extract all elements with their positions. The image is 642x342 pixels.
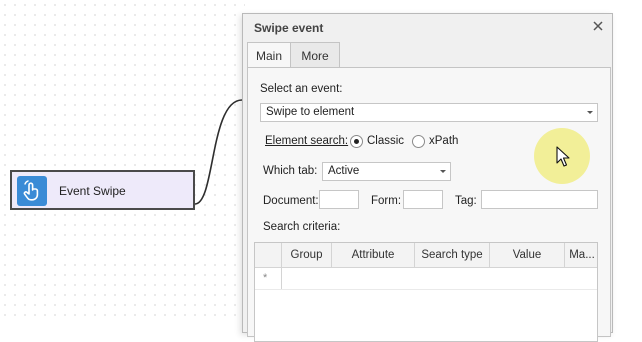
column-header-search-type[interactable]: Search type bbox=[414, 243, 489, 267]
radio-classic-label: Classic bbox=[367, 135, 405, 147]
close-icon[interactable] bbox=[590, 18, 606, 34]
search-criteria-label: Search criteria: bbox=[263, 221, 341, 233]
which-tab-value: Active bbox=[328, 165, 360, 177]
tab-main[interactable]: Main bbox=[247, 42, 291, 70]
tag-field[interactable] bbox=[481, 190, 598, 209]
search-criteria-table[interactable]: Group Attribute Search type Value Ma... … bbox=[254, 242, 598, 342]
element-search-label: Element search: bbox=[265, 135, 349, 147]
event-swipe-node[interactable]: Event Swipe bbox=[10, 170, 195, 210]
dialog-title: Swipe event bbox=[254, 21, 324, 35]
form-label: Form: bbox=[371, 195, 402, 207]
document-field[interactable] bbox=[319, 190, 359, 209]
radio-classic[interactable] bbox=[350, 135, 363, 148]
document-label: Document: bbox=[263, 195, 319, 207]
column-header-value[interactable]: Value bbox=[489, 243, 564, 267]
row-header bbox=[255, 267, 282, 289]
radio-xpath[interactable] bbox=[412, 135, 425, 148]
row-header-corner bbox=[255, 243, 281, 267]
chevron-down-icon bbox=[440, 170, 446, 173]
which-tab-select[interactable]: Active bbox=[322, 162, 451, 181]
event-select[interactable]: Swipe to element bbox=[260, 103, 598, 122]
column-header-group[interactable]: Group bbox=[281, 243, 331, 267]
new-row-marker: * bbox=[263, 272, 268, 284]
main-panel: Select an event: Swipe to element Elemen… bbox=[247, 67, 611, 342]
tab-more[interactable]: More bbox=[290, 42, 340, 68]
form-field[interactable] bbox=[403, 190, 443, 209]
mouse-pointer-icon bbox=[556, 146, 570, 171]
tag-label: Tag: bbox=[455, 195, 477, 207]
select-event-label: Select an event: bbox=[260, 83, 343, 95]
column-header-match[interactable]: Ma... bbox=[564, 243, 599, 267]
table-header: Group Attribute Search type Value Ma... bbox=[255, 243, 597, 268]
radio-xpath-label: xPath bbox=[429, 135, 459, 147]
chevron-down-icon bbox=[587, 111, 593, 114]
event-select-value: Swipe to element bbox=[266, 106, 355, 118]
new-row[interactable]: * bbox=[255, 267, 597, 290]
touch-hand-icon bbox=[17, 176, 47, 206]
node-label: Event Swipe bbox=[59, 184, 126, 198]
column-header-attribute[interactable]: Attribute bbox=[331, 243, 414, 267]
which-tab-label: Which tab: bbox=[263, 165, 318, 177]
